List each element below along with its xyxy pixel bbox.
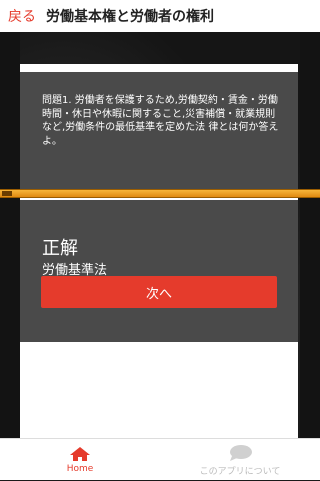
content-area: 問題1. 労働者を保護するため,労働契約・賃金・労働時間・休日や休暇に関すること… [0,32,320,456]
progress-bar [0,189,320,198]
question-text: 問題1. 労働者を保護するため,労働契約・賃金・労働時間・休日や休暇に関すること… [42,95,279,147]
tab-home[interactable]: Home [0,439,160,481]
border-left [0,32,20,438]
next-button[interactable]: 次へ [41,276,277,308]
answer-panel: 正解 労働基準法 次へ [20,200,298,342]
page-title: 労働基本権と労働者の権利 [46,9,214,25]
tab-bar: Home このアプリについて [0,438,320,480]
border-right [300,32,320,438]
progress-indicator [2,191,12,196]
back-button[interactable]: 戻る [8,6,36,26]
tab-home-label: Home [66,464,94,474]
answer-label: 正解 [42,238,78,259]
tab-about-label: このアプリについて [199,466,281,477]
question-panel: 問題1. 労働者を保護するため,労働契約・賃金・労働時間・休日や休暇に関すること… [20,72,298,192]
app-header: 戻る 労働基本権と労働者の権利 [0,0,320,32]
tab-about[interactable]: このアプリについて [160,439,320,481]
home-icon [70,447,90,461]
chat-bubble-icon [230,444,252,461]
